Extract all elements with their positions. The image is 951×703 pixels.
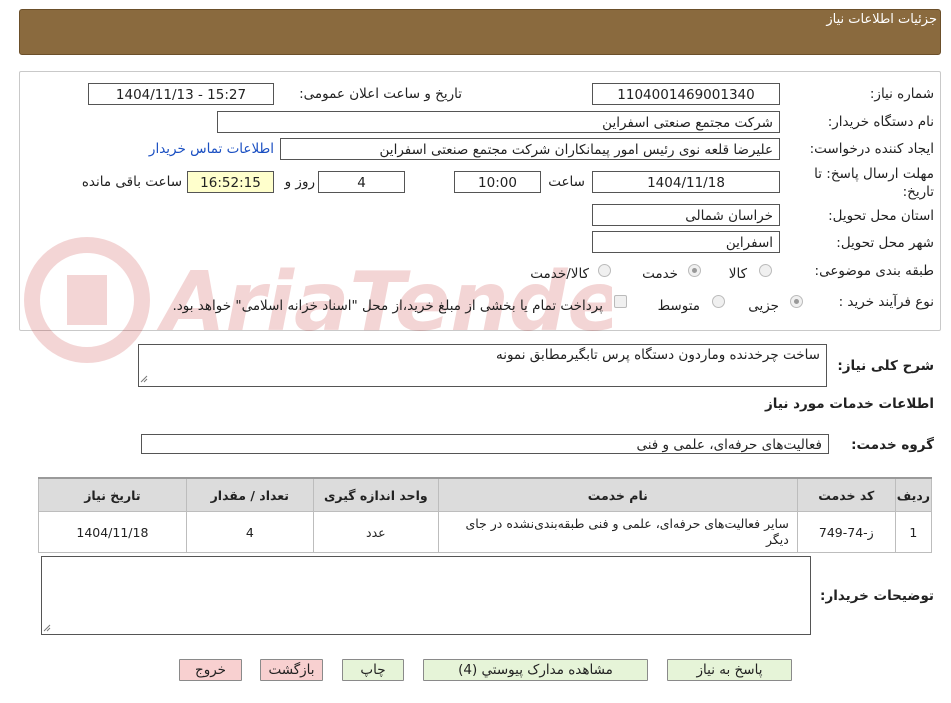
announce-field[interactable]: 1404/11/13 - 15:27 (88, 83, 274, 105)
services-table: ردیف کد خدمت نام خدمت واحد اندازه گیری ت… (38, 477, 933, 553)
deadline-time-label: ساعت (548, 174, 585, 190)
deadline-label: مهلت ارسال پاسخ: تا (814, 166, 934, 182)
category-both-label: کالا/خدمت (530, 266, 589, 282)
cell-need-date: 1404/11/18 (38, 511, 187, 553)
resize-grip-icon[interactable] (140, 375, 148, 383)
category-service-label: خدمت (642, 266, 678, 282)
details-panel (19, 71, 941, 331)
cell-row-number: 1 (894, 511, 933, 553)
treasury-payment-note: پرداخت تمام یا بخشی از مبلغ خرید،از محل … (172, 298, 603, 314)
cell-quantity: 4 (185, 511, 314, 553)
column-header-row-number: ردیف (894, 477, 933, 512)
table-row: 1 ز-74-749 سایر فعالیت‌های حرفه‌ای، علمی… (38, 511, 933, 553)
page-title: جزئیات اطلاعات نیاز (826, 12, 937, 27)
services-section-title: اطلاعات خدمات مورد نیاز (764, 396, 934, 412)
category-both-radio[interactable] (598, 264, 611, 277)
buyer-contact-link[interactable]: اطلاعات تماس خریدار (149, 141, 274, 157)
column-header-unit: واحد اندازه گیری (312, 477, 439, 512)
process-minor-radio[interactable] (790, 295, 803, 308)
need-number-label: شماره نیاز: (869, 86, 934, 102)
province-label: استان محل تحویل: (828, 208, 934, 224)
resize-grip-icon[interactable] (43, 624, 51, 632)
exit-button[interactable]: خروج (179, 659, 242, 681)
buyer-field[interactable]: شرکت مجتمع صنعتی اسفراین (217, 111, 780, 133)
view-attachments-button[interactable]: مشاهده مدارک پیوستي (4) (423, 659, 648, 681)
process-medium-label: متوسط (657, 298, 700, 314)
remaining-label: ساعت باقی مانده (81, 174, 182, 190)
service-group-label: گروه خدمت: (851, 437, 934, 453)
city-label: شهر محل تحویل: (836, 235, 934, 251)
days-field[interactable]: 4 (318, 171, 405, 193)
buyer-notes-textarea[interactable] (41, 556, 811, 635)
process-medium-radio[interactable] (712, 295, 725, 308)
reply-button[interactable]: پاسخ به نیاز (667, 659, 792, 681)
deadline-time-field[interactable]: 10:00 (454, 171, 541, 193)
category-label: طبقه بندی موضوعی: (814, 263, 934, 279)
treasury-payment-checkbox[interactable] (614, 295, 627, 308)
service-group-field[interactable]: فعالیت‌های حرفه‌ای، علمی و فنی (141, 434, 829, 454)
column-header-need-date: تاریخ نیاز (38, 477, 187, 512)
creator-field[interactable]: علیرضا قلعه نوی رئیس امور پیمانکاران شرک… (280, 138, 780, 160)
remaining-time-field: 16:52:15 (187, 171, 274, 193)
days-label: روز و (284, 174, 315, 190)
buyer-label: نام دستگاه خریدار: (827, 114, 934, 130)
city-field[interactable]: اسفراین (592, 231, 780, 253)
deadline-date-field[interactable]: 1404/11/18 (592, 171, 780, 193)
cell-service-name: سایر فعالیت‌های حرفه‌ای، علمی و فنی طبقه… (437, 511, 798, 553)
cell-unit: عدد (312, 511, 439, 553)
back-button[interactable]: بازگشت (260, 659, 323, 681)
need-number-field[interactable]: 1104001469001340 (592, 83, 780, 105)
table-header-row: ردیف کد خدمت نام خدمت واحد اندازه گیری ت… (38, 477, 933, 512)
description-label: شرح کلی نیاز: (837, 358, 934, 374)
column-header-quantity: تعداد / مقدار (185, 477, 314, 512)
process-label: نوع فرآیند خرید : (838, 294, 934, 310)
category-service-radio[interactable] (688, 264, 701, 277)
column-header-service-name: نام خدمت (437, 477, 798, 512)
header-bar (19, 9, 941, 55)
category-goods-radio[interactable] (759, 264, 772, 277)
category-goods-label: کالا (728, 266, 747, 282)
process-minor-label: جزیی (748, 298, 779, 314)
deadline-label-2: تاریخ: (902, 184, 934, 200)
description-textarea[interactable]: ساخت چرخدنده وماردون دستگاه پرس تابگیرمط… (138, 344, 827, 387)
creator-label: ایجاد کننده درخواست: (809, 141, 934, 157)
announce-label: تاریخ و ساعت اعلان عمومی: (299, 86, 462, 102)
print-button[interactable]: چاپ (342, 659, 404, 681)
column-header-service-code: کد خدمت (796, 477, 896, 512)
buyer-notes-label: توضیحات خریدار: (820, 588, 934, 604)
cell-service-code: ز-74-749 (796, 511, 896, 553)
province-field[interactable]: خراسان شمالی (592, 204, 780, 226)
